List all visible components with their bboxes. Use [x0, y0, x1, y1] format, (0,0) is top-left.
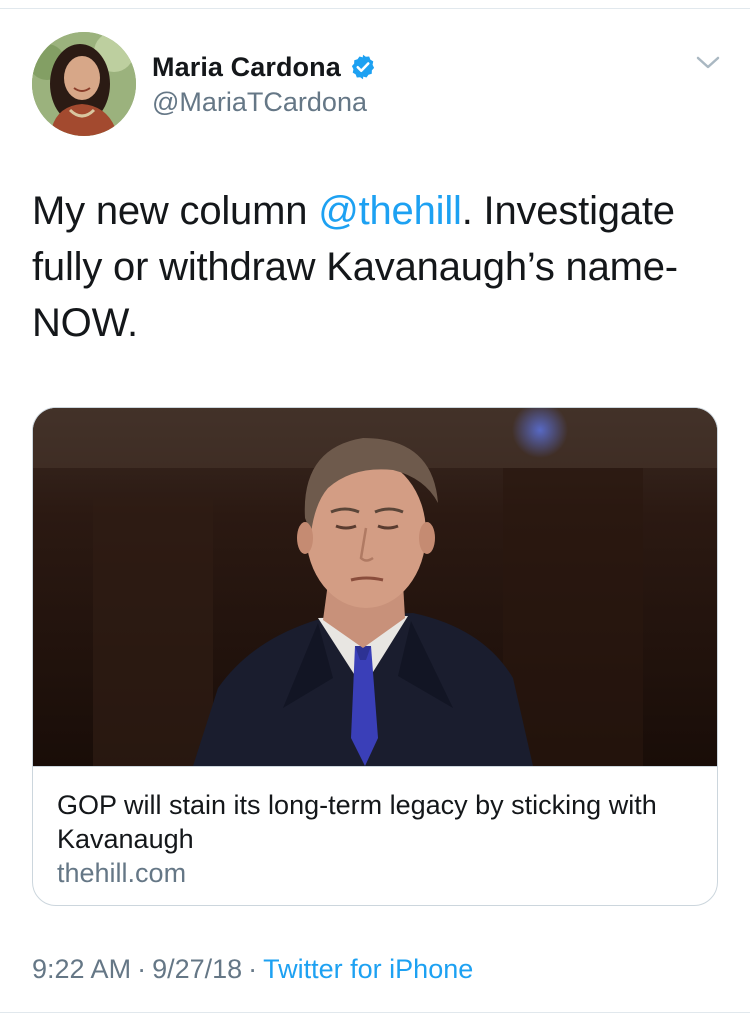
author-name-row[interactable]: Maria Cardona — [152, 50, 377, 84]
tweet-meta: 9:22 AM · 9/27/18 · Twitter for iPhone — [32, 954, 473, 985]
author-display-name[interactable]: Maria Cardona — [152, 52, 341, 83]
tweet-date[interactable]: 9/27/18 — [152, 954, 242, 984]
tweet-source-link[interactable]: Twitter for iPhone — [263, 954, 473, 984]
tweet-time[interactable]: 9:22 AM — [32, 954, 131, 984]
bottom-divider — [0, 1012, 750, 1013]
avatar-photo — [32, 32, 136, 136]
meta-separator: · — [137, 954, 147, 984]
card-title[interactable]: GOP will stain its long-term legacy by s… — [57, 788, 697, 856]
avatar[interactable] — [32, 32, 136, 136]
chevron-down-icon[interactable] — [694, 52, 722, 74]
card-photo — [33, 408, 717, 766]
link-card[interactable]: GOP will stain its long-term legacy by s… — [32, 407, 718, 906]
author-handle[interactable]: @MariaTCardona — [152, 87, 367, 118]
card-domain: thehill.com — [57, 858, 187, 888]
card-image[interactable] — [33, 408, 717, 766]
meta-separator: · — [248, 954, 258, 984]
card-divider — [33, 766, 717, 767]
mention-link[interactable]: @thehill — [318, 189, 462, 233]
tweet-text-before-mention: My new column — [32, 189, 319, 233]
verified-badge-icon — [351, 54, 374, 80]
tweet-text: My new column @thehill. Investigate full… — [32, 183, 722, 351]
top-divider — [0, 0, 750, 9]
